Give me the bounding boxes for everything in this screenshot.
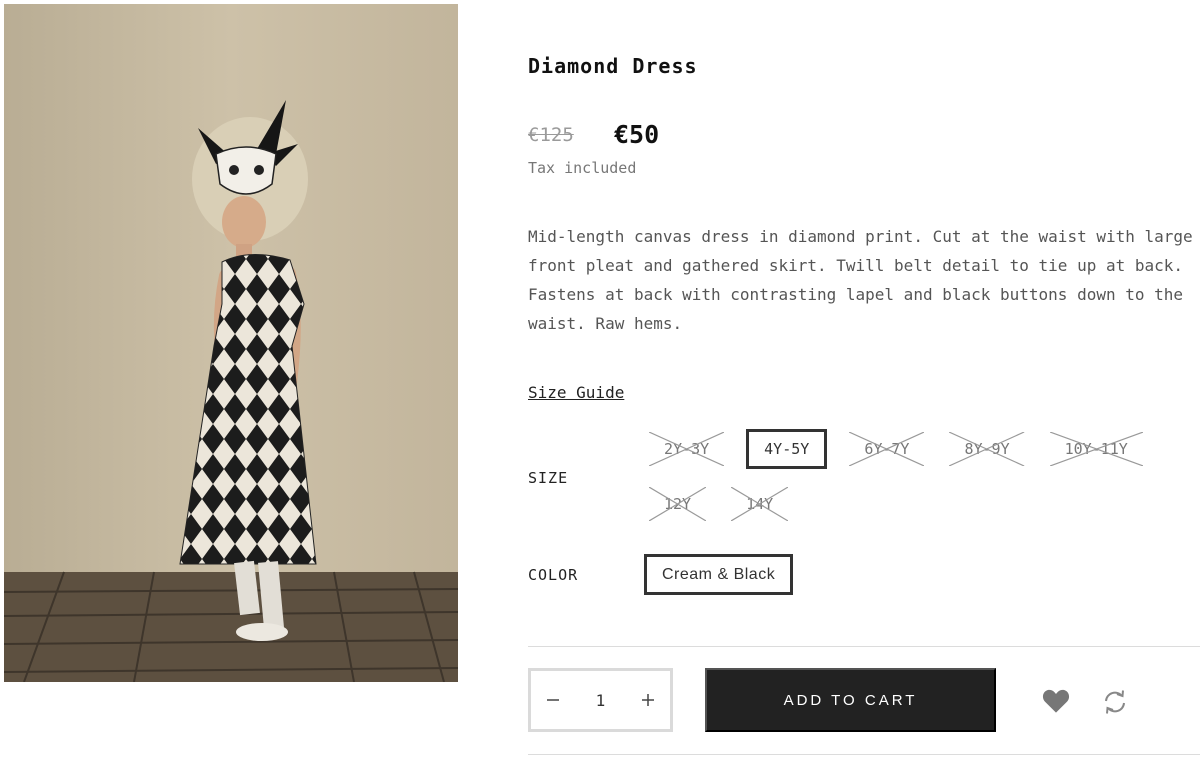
size-option-label: 10Y-11Y <box>1064 440 1128 458</box>
size-option[interactable]: 4Y-5Y <box>746 429 828 469</box>
plus-icon <box>642 694 654 706</box>
size-option-label: 4Y-5Y <box>764 440 810 458</box>
color-label: COLOR <box>528 566 579 584</box>
product-title: Diamond Dress <box>528 54 698 78</box>
size-option[interactable]: 12Y <box>646 484 710 524</box>
tax-note: Tax included <box>528 159 637 177</box>
size-option-label: 6Y-7Y <box>864 440 910 458</box>
size-option[interactable]: 10Y-11Y <box>1046 429 1146 469</box>
size-option[interactable]: 6Y-7Y <box>846 429 928 469</box>
size-option-label: 12Y <box>664 495 692 513</box>
quantity-decrease-button[interactable] <box>531 671 575 729</box>
size-option-label: 2Y-3Y <box>664 440 710 458</box>
quantity-increase-button[interactable] <box>626 671 670 729</box>
size-option-label: 14Y <box>746 495 774 513</box>
size-option[interactable]: 2Y-3Y <box>646 429 728 469</box>
wishlist-button[interactable] <box>1042 688 1070 714</box>
heart-icon <box>1042 689 1070 713</box>
divider <box>528 754 1200 755</box>
compare-button[interactable] <box>1101 688 1129 716</box>
minus-icon <box>547 699 559 701</box>
add-to-cart-button[interactable]: ADD TO CART <box>705 668 996 732</box>
product-description: Mid-length canvas dress in diamond print… <box>528 227 1193 333</box>
size-option[interactable]: 14Y <box>728 484 792 524</box>
size-option-label: 8Y-9Y <box>964 440 1010 458</box>
sale-price: €50 <box>614 120 660 149</box>
quantity-stepper: 1 <box>528 668 673 732</box>
size-option[interactable]: 8Y-9Y <box>946 429 1028 469</box>
product-photo-illustration <box>4 4 458 682</box>
product-image[interactable] <box>4 4 458 682</box>
quantity-input[interactable]: 1 <box>575 691 626 710</box>
original-price: €125 <box>528 124 574 146</box>
size-label: SIZE <box>528 469 569 487</box>
size-guide-link[interactable]: Size Guide <box>528 383 624 402</box>
color-option-selected[interactable]: Cream & Black <box>644 554 794 595</box>
size-options: 2Y-3Y 4Y-5Y 6Y-7Y 8Y-9Y 10Y-11Y 12Y 14Y <box>646 429 1186 524</box>
divider <box>528 646 1200 647</box>
compare-refresh-icon <box>1105 690 1125 714</box>
